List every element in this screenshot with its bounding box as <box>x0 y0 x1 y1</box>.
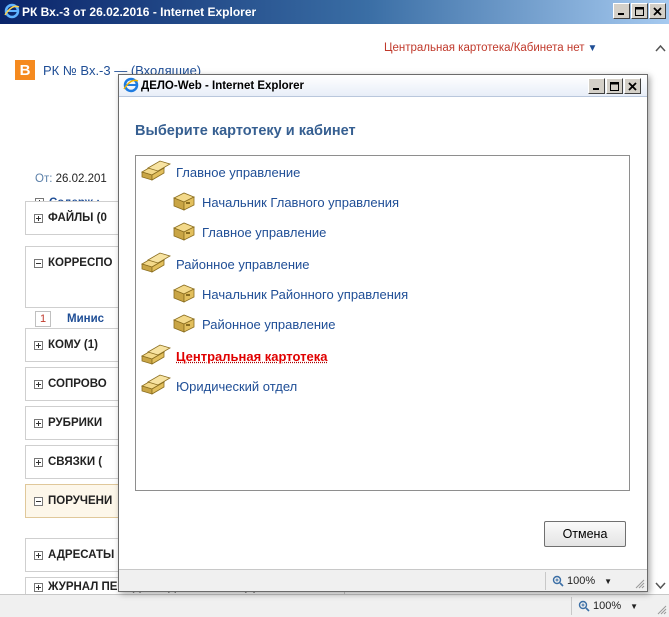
tree-item-district-head[interactable]: Начальник Районного управления <box>172 282 408 307</box>
outer-status-bar: 100% ▼ <box>0 594 669 617</box>
ie-logo-icon <box>123 77 139 96</box>
cabinet-box-icon <box>172 312 198 337</box>
cabinet-stack-icon <box>140 160 172 185</box>
zoom-icon <box>552 575 564 587</box>
expand-icon <box>34 213 43 223</box>
minimize-button[interactable] <box>613 3 630 19</box>
outer-title-bar: РК Вх.-3 от 26.02.2016 - Internet Explor… <box>0 0 669 24</box>
dialog-zoom-control[interactable]: 100% ▼ <box>545 572 618 590</box>
resize-grip-icon[interactable] <box>656 604 667 615</box>
tree-item-label: Районное управление <box>202 317 336 332</box>
expand-icon <box>34 379 43 389</box>
tree-item-legal-dept[interactable]: Юридический отдел <box>140 374 297 399</box>
section-label: ФАЙЛЫ (0 <box>48 212 107 224</box>
tree-item-label: Начальник Районного управления <box>202 287 409 302</box>
item-name: Минис <box>67 313 105 325</box>
section-label: КОМУ (1) <box>48 339 98 351</box>
zoom-control[interactable]: 100% ▼ <box>571 597 644 615</box>
cabinet-stack-icon <box>140 374 172 399</box>
tree-item-label: Центральная картотека <box>176 349 328 364</box>
from-line: От: 26.02.201 <box>35 173 107 185</box>
scroll-up-icon[interactable] <box>655 44 666 52</box>
correspondent-item[interactable]: 1 Минис <box>35 311 104 327</box>
dropdown-triangle-icon: ▼ <box>587 43 598 54</box>
section-label: СОПРОВО <box>48 378 107 390</box>
from-value: 26.02.201 <box>55 173 107 185</box>
cabinet-link[interactable]: Центральная картотека/Кабинета нет ▼ <box>384 42 597 54</box>
dialog-minimize-button[interactable] <box>588 78 605 94</box>
expand-icon <box>34 457 43 467</box>
cabinet-link-label: Центральная картотека/Кабинета нет <box>384 42 585 54</box>
select-cabinet-dialog: ДЕЛО-Web - Internet Explorer Выберите ка… <box>118 74 648 592</box>
doc-type-badge: B <box>15 60 35 80</box>
section-label: СВЯЗКИ ( <box>48 456 103 468</box>
from-label: От: <box>35 173 53 185</box>
vertical-scrollbar[interactable] <box>652 24 669 594</box>
item-number: 1 <box>35 311 51 327</box>
section-label: АДРЕСАТЫ <box>48 549 115 561</box>
section-label: ПОРУЧЕНИ <box>48 495 113 507</box>
maximize-button[interactable] <box>631 3 648 19</box>
cancel-button[interactable]: Отмена <box>544 521 626 547</box>
zoom-level: 100% <box>593 600 622 612</box>
zoom-level: 100% <box>567 575 596 587</box>
tree-item-label: Юридический отдел <box>176 379 298 394</box>
expand-icon <box>34 550 43 560</box>
close-button[interactable] <box>649 3 666 19</box>
scroll-down-icon[interactable] <box>655 582 666 590</box>
cabinet-stack-icon <box>140 344 172 369</box>
tree-item-main-sub[interactable]: Главное управление <box>172 220 326 245</box>
cabinet-box-icon <box>172 282 198 307</box>
zoom-icon <box>578 600 590 612</box>
chevron-down-icon: ▼ <box>604 576 613 586</box>
dialog-heading: Выберите картотеку и кабинет <box>135 123 356 139</box>
dialog-maximize-button[interactable] <box>606 78 623 94</box>
chevron-down-icon: ▼ <box>630 601 639 611</box>
tree-item-central-registry[interactable]: Центральная картотека <box>140 344 327 369</box>
tree-item-label: Главное управление <box>202 225 327 240</box>
dialog-window-title: ДЕЛО-Web - Internet Explorer <box>141 80 305 92</box>
dialog-status-bar: 100% ▼ <box>119 569 647 591</box>
tree-item-label: Начальник Главного управления <box>202 195 400 210</box>
section-label: КОРРЕСПО <box>48 257 113 269</box>
outer-window-title: РК Вх.-3 от 26.02.2016 - Internet Explor… <box>22 5 257 19</box>
section-label: РУБРИКИ <box>48 417 103 429</box>
dialog-close-button[interactable] <box>624 78 641 94</box>
resize-grip-icon[interactable] <box>634 578 645 589</box>
cabinet-stack-icon <box>140 252 172 277</box>
cabinet-box-icon <box>172 190 198 215</box>
tree-item-district-sub[interactable]: Районное управление <box>172 312 336 337</box>
dialog-title-bar: ДЕЛО-Web - Internet Explorer <box>119 75 647 97</box>
collapse-icon <box>34 259 43 268</box>
tree-item-main-head[interactable]: Начальник Главного управления <box>172 190 399 215</box>
tree-item-label: Районное управление <box>176 257 310 272</box>
expand-icon <box>34 582 43 592</box>
tree-item-label: Главное управление <box>176 165 301 180</box>
cabinet-tree: Главное управление Начальник Главного уп… <box>135 155 630 491</box>
cabinet-box-icon <box>172 220 198 245</box>
tree-item-district-dept[interactable]: Районное управление <box>140 252 310 277</box>
collapse-icon <box>34 496 43 506</box>
tree-item-main-dept[interactable]: Главное управление <box>140 160 300 185</box>
ie-logo-icon <box>4 3 20 22</box>
expand-icon <box>34 340 43 350</box>
expand-icon <box>34 418 43 428</box>
